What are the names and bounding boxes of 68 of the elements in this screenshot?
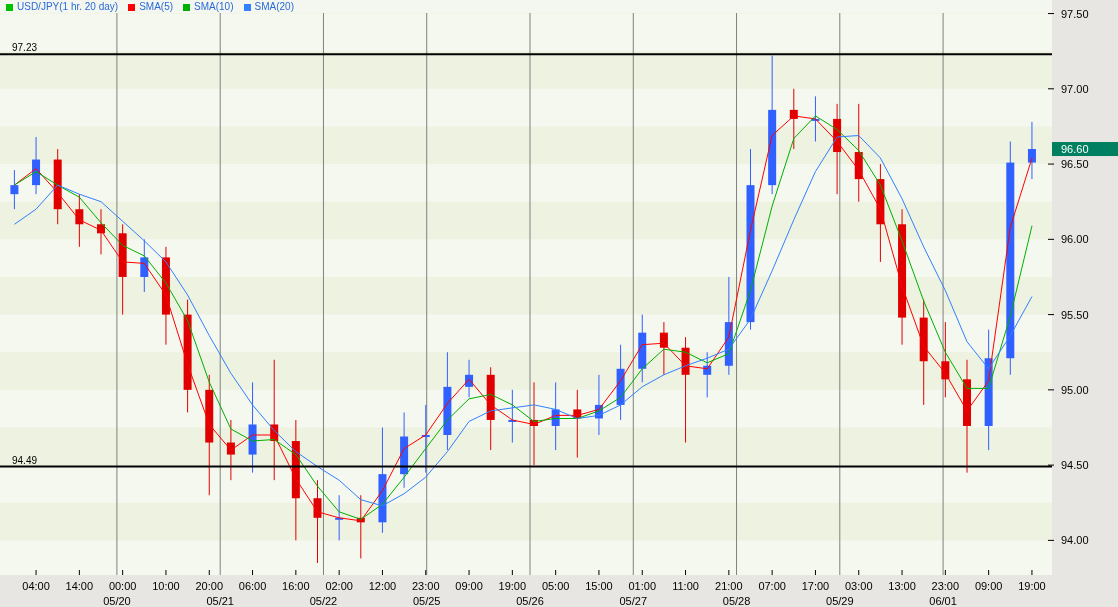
date-label: 05/22: [309, 595, 338, 607]
candlestick: [421, 404, 430, 474]
axis-label: 95.50: [1061, 308, 1089, 321]
axis-label: 94.50: [1061, 459, 1089, 472]
candlestick: [659, 321, 668, 376]
axis-label: 97.50: [1061, 7, 1089, 20]
legend-label: SMA(5): [139, 2, 174, 12]
date-label: 05/20: [103, 595, 131, 607]
candlestick: [811, 95, 820, 142]
date-label: 05/21: [206, 595, 234, 607]
candlestick: [97, 208, 105, 255]
date-label: 05/27: [619, 595, 648, 607]
axis-label: 09:00: [455, 580, 483, 592]
axis-label: 06:00: [238, 580, 267, 592]
date-label: 05/29: [826, 595, 854, 607]
axis-label: 05:00: [541, 580, 570, 592]
level-label: 97.23: [12, 42, 38, 54]
axis-label: 97.00: [1061, 82, 1089, 95]
axis-label: 09:00: [974, 580, 1003, 592]
candlestick: [226, 419, 235, 481]
axis-label: 23:00: [931, 580, 960, 592]
legend-label: USD/JPY(1 hr. 20 day): [17, 2, 119, 12]
candlestick: [551, 381, 560, 451]
axis-label: 12:00: [368, 580, 397, 592]
axis-label: 19:00: [498, 580, 527, 592]
axis-label: 21:00: [715, 580, 743, 592]
date-label: 05/25: [412, 595, 441, 607]
axis-label: 20:00: [195, 580, 223, 592]
candlestick: [638, 314, 647, 383]
candlestick: [335, 494, 344, 541]
axis-label: 02:00: [325, 580, 353, 592]
candlestick: [573, 389, 582, 459]
candlestick: [1027, 121, 1036, 180]
axis-label: 23:00: [412, 580, 440, 592]
axis-label: 16:00: [282, 580, 310, 592]
axis-label: 14:00: [65, 580, 94, 592]
axis-label: 11:00: [672, 580, 699, 592]
axis-label: 96.50: [1061, 158, 1089, 171]
axis-label: 01:00: [628, 580, 656, 592]
axis-label: 95.00: [1061, 383, 1089, 396]
candlestick: [32, 136, 41, 195]
price-tag: 96.60: [1052, 142, 1118, 156]
candlestick: [356, 494, 365, 559]
legend-label: SMA(20): [254, 2, 294, 12]
level-label: 94.49: [12, 454, 38, 466]
axis-label: 15:00: [585, 580, 613, 592]
candlestick: [75, 193, 84, 248]
date-label: 05/28: [722, 595, 751, 607]
candlestick: [789, 88, 798, 150]
date-label: 06/01: [929, 595, 957, 607]
axis-label: 00:00: [108, 580, 137, 592]
candlestick: [10, 169, 19, 210]
candlestick: [594, 374, 603, 436]
axis-label: 17:00: [801, 580, 830, 592]
axis-label: 10:00: [152, 580, 180, 592]
candlestick: [140, 238, 149, 293]
axis-label: 96.00: [1061, 233, 1089, 246]
axis-label: 07:00: [758, 580, 786, 592]
candlestick: [465, 359, 474, 398]
axis-label: 94.00: [1061, 534, 1089, 547]
axis-label: 03:00: [845, 580, 873, 592]
date-label: 05/26: [516, 595, 544, 607]
candlestick: [703, 351, 712, 398]
candlestick: [508, 389, 517, 444]
axis-label: 13:00: [888, 580, 916, 592]
legend-label: SMA(10): [194, 2, 234, 12]
axis-label: 04:00: [22, 580, 50, 592]
axis-label: 19:00: [1018, 580, 1046, 592]
